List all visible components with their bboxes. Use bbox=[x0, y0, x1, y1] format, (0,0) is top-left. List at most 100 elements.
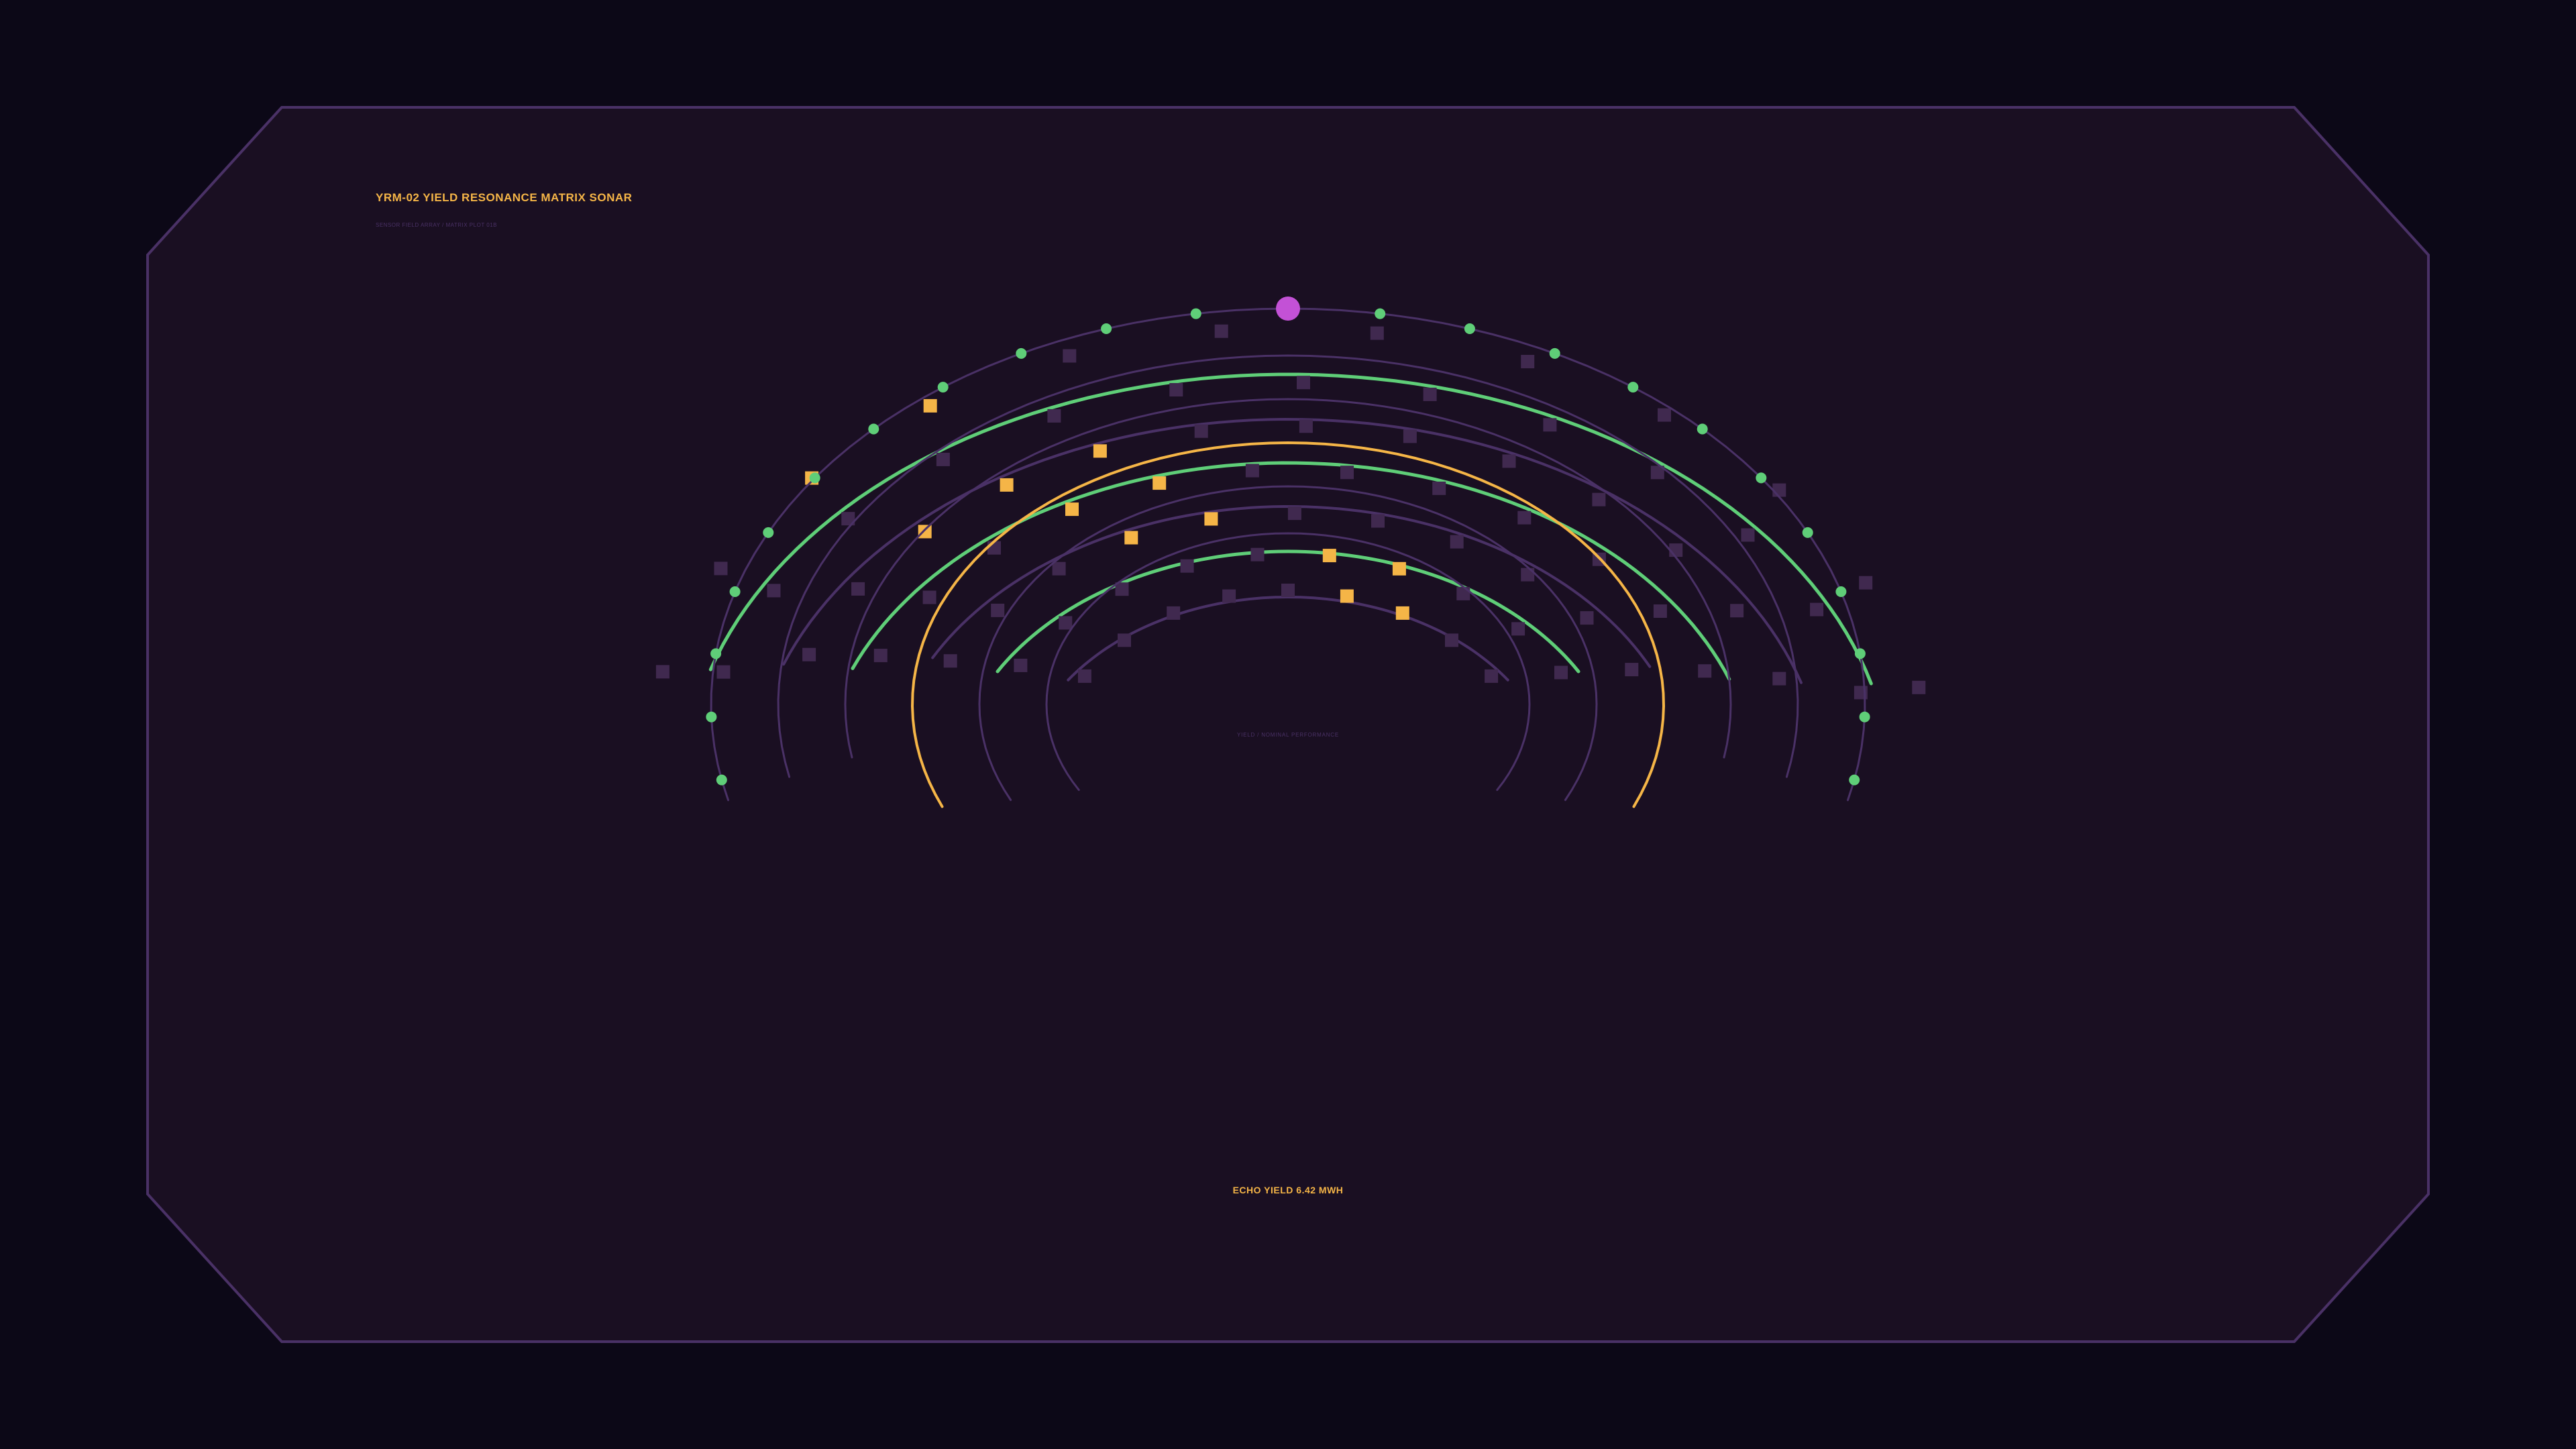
matrix-cell bbox=[1517, 511, 1532, 525]
matrix-cell bbox=[1287, 506, 1301, 521]
matrix-cell bbox=[1077, 669, 1091, 683]
matrix-cell bbox=[1370, 326, 1384, 340]
matrix-cell bbox=[1658, 408, 1671, 422]
matrix-cell-active bbox=[923, 398, 937, 413]
matrix-cell bbox=[1432, 481, 1446, 495]
matrix-cell-active bbox=[1204, 512, 1218, 526]
matrix-cell bbox=[802, 647, 816, 661]
matrix-cell bbox=[991, 603, 1005, 617]
reading-dot bbox=[710, 648, 722, 659]
matrix-cell bbox=[1810, 602, 1824, 616]
reading-dot bbox=[1697, 423, 1708, 435]
matrix-cell bbox=[1059, 616, 1073, 630]
matrix-cell bbox=[922, 590, 936, 604]
reading-dot bbox=[1190, 308, 1201, 319]
reading-dot bbox=[1464, 323, 1475, 334]
matrix-cell bbox=[1250, 547, 1265, 561]
matrix-cell bbox=[1281, 584, 1295, 597]
hud-panel bbox=[146, 106, 2430, 1343]
matrix-cell bbox=[1653, 604, 1667, 618]
matrix-cell bbox=[767, 584, 781, 598]
matrix-cell bbox=[1423, 387, 1437, 401]
matrix-cell-active bbox=[1322, 549, 1336, 563]
sonar-display: YRM-02 YIELD RESONANCE MATRIX SONAR SENS… bbox=[0, 0, 2576, 1449]
matrix-cell bbox=[936, 452, 950, 466]
reading-dot bbox=[1859, 711, 1870, 722]
matrix-cell bbox=[1297, 376, 1310, 390]
matrix-cell-active bbox=[1392, 561, 1406, 576]
matrix-cell bbox=[1592, 492, 1606, 506]
reading-dot bbox=[1854, 648, 1866, 659]
matrix-cell-active bbox=[1395, 606, 1409, 620]
matrix-cell bbox=[873, 649, 888, 663]
reading-marker-current bbox=[1276, 297, 1300, 321]
reading-dot bbox=[729, 586, 741, 597]
matrix-cell bbox=[1580, 611, 1594, 625]
matrix-cell bbox=[1485, 669, 1499, 683]
matrix-cell bbox=[1521, 355, 1535, 368]
matrix-cell bbox=[1625, 663, 1639, 677]
matrix-cell bbox=[943, 654, 957, 668]
reading-dot bbox=[763, 527, 774, 538]
reading-dot bbox=[809, 472, 820, 484]
matrix-cell bbox=[655, 665, 669, 679]
matrix-cell bbox=[1456, 586, 1470, 600]
reading-dot bbox=[1849, 774, 1860, 786]
matrix-cell bbox=[1511, 622, 1525, 636]
matrix-cell bbox=[1169, 383, 1183, 396]
matrix-cell-active bbox=[1152, 476, 1167, 490]
matrix-cell bbox=[1014, 658, 1028, 672]
matrix-cell bbox=[1698, 664, 1712, 678]
matrix-cell bbox=[1245, 464, 1259, 478]
matrix-cell bbox=[1194, 424, 1208, 438]
matrix-cell bbox=[1450, 535, 1464, 549]
matrix-cell bbox=[1371, 514, 1385, 528]
matrix-cell bbox=[851, 582, 865, 596]
matrix-cell bbox=[1772, 483, 1786, 497]
matrix-cell bbox=[1554, 665, 1568, 680]
matrix-cell bbox=[1445, 633, 1458, 647]
panel-title: YRM-02 YIELD RESONANCE MATRIX SONAR bbox=[376, 191, 632, 204]
reading-dot bbox=[1835, 586, 1847, 597]
reading-dot bbox=[706, 711, 717, 722]
matrix-cell bbox=[1502, 454, 1516, 468]
reading-dot bbox=[1101, 323, 1112, 334]
matrix-cell bbox=[1047, 409, 1061, 423]
matrix-cell-active bbox=[918, 525, 932, 539]
reading-dot bbox=[1016, 347, 1027, 359]
matrix-cell bbox=[1340, 466, 1354, 480]
matrix-cell bbox=[1859, 576, 1873, 590]
reading-dot bbox=[1375, 308, 1386, 319]
reading-dot bbox=[1802, 527, 1813, 538]
matrix-cell bbox=[714, 561, 728, 576]
matrix-cell bbox=[1214, 324, 1228, 338]
matrix-cell bbox=[1741, 528, 1755, 542]
matrix-cell bbox=[1772, 672, 1786, 686]
reading-dot bbox=[1627, 382, 1639, 393]
matrix-cell bbox=[1052, 561, 1066, 576]
matrix-cell bbox=[716, 665, 731, 679]
matrix-cell-active bbox=[1065, 502, 1079, 517]
center-label: YIELD / NOMINAL PERFORMANCE bbox=[1237, 732, 1339, 738]
matrix-cell-active bbox=[1124, 531, 1138, 545]
matrix-cell bbox=[1063, 349, 1077, 363]
matrix-cell bbox=[1180, 559, 1194, 573]
reading-dot bbox=[716, 774, 727, 786]
matrix-cell bbox=[1167, 606, 1181, 620]
matrix-cell bbox=[1403, 429, 1417, 443]
matrix-cell bbox=[1299, 419, 1313, 433]
matrix-cell-active bbox=[1000, 478, 1014, 492]
echo-yield-readout: ECHO YIELD 6.42 MWH bbox=[1233, 1185, 1344, 1195]
matrix-cell bbox=[1222, 589, 1236, 603]
matrix-cell-active bbox=[1340, 589, 1354, 603]
matrix-cell bbox=[1912, 680, 1926, 694]
reading-dot bbox=[1549, 347, 1560, 359]
reading-dot bbox=[1756, 472, 1767, 484]
matrix-cell bbox=[1118, 633, 1131, 647]
panel-subtitle: SENSOR FIELD ARRAY / MATRIX PLOT 01B bbox=[376, 222, 497, 228]
reading-dot bbox=[937, 382, 949, 393]
matrix-cell-active bbox=[1093, 444, 1107, 458]
reading-dot bbox=[868, 423, 879, 435]
matrix-cell bbox=[1730, 604, 1744, 618]
matrix-cell bbox=[1543, 418, 1557, 432]
